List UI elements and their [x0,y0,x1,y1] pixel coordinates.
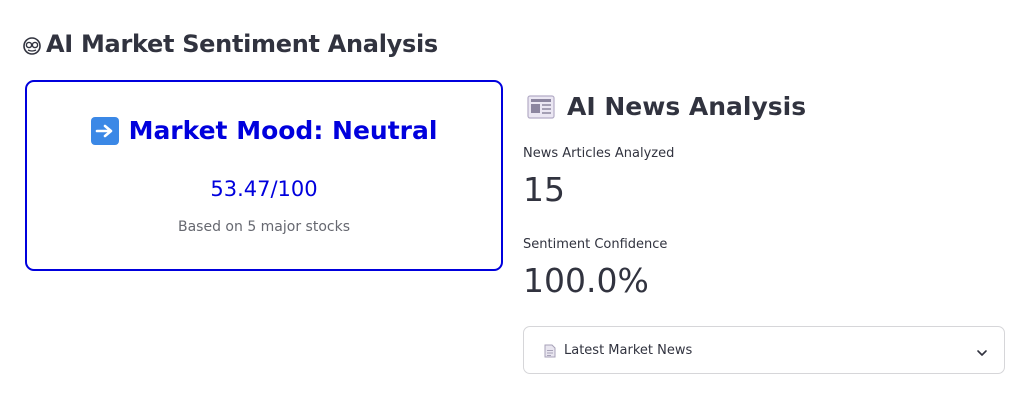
right-arrow-icon [90,116,119,145]
page-title-text: AI Market Sentiment Analysis [46,30,438,58]
chevron-down-icon[interactable] [976,344,988,356]
news-section-title-text: AI News Analysis [567,92,807,121]
articles-analyzed-value: 15 [523,170,565,209]
latest-news-expander[interactable]: Latest Market News [523,326,1005,374]
market-mood-heading: Market Mood: Neutral [27,116,501,145]
newspaper-icon [527,93,555,121]
market-mood-score: 53.47/100 [210,177,318,201]
sentiment-confidence-value: 100.0% [523,261,649,300]
news-section-title: AI News Analysis [527,92,806,121]
page-title: AI Market Sentiment Analysis [22,30,438,58]
market-mood-basis: Based on 5 major stocks [178,219,350,235]
market-mood-text: Market Mood: Neutral [128,116,438,145]
sentiment-confidence-label: Sentiment Confidence [523,237,668,252]
latest-news-label: Latest Market News [564,342,693,358]
brain-icon [22,34,42,55]
articles-analyzed-label: News Articles Analyzed [523,146,675,161]
market-mood-card: Market Mood: Neutral 53.47/100 Based on … [25,80,503,271]
document-icon [544,343,556,358]
